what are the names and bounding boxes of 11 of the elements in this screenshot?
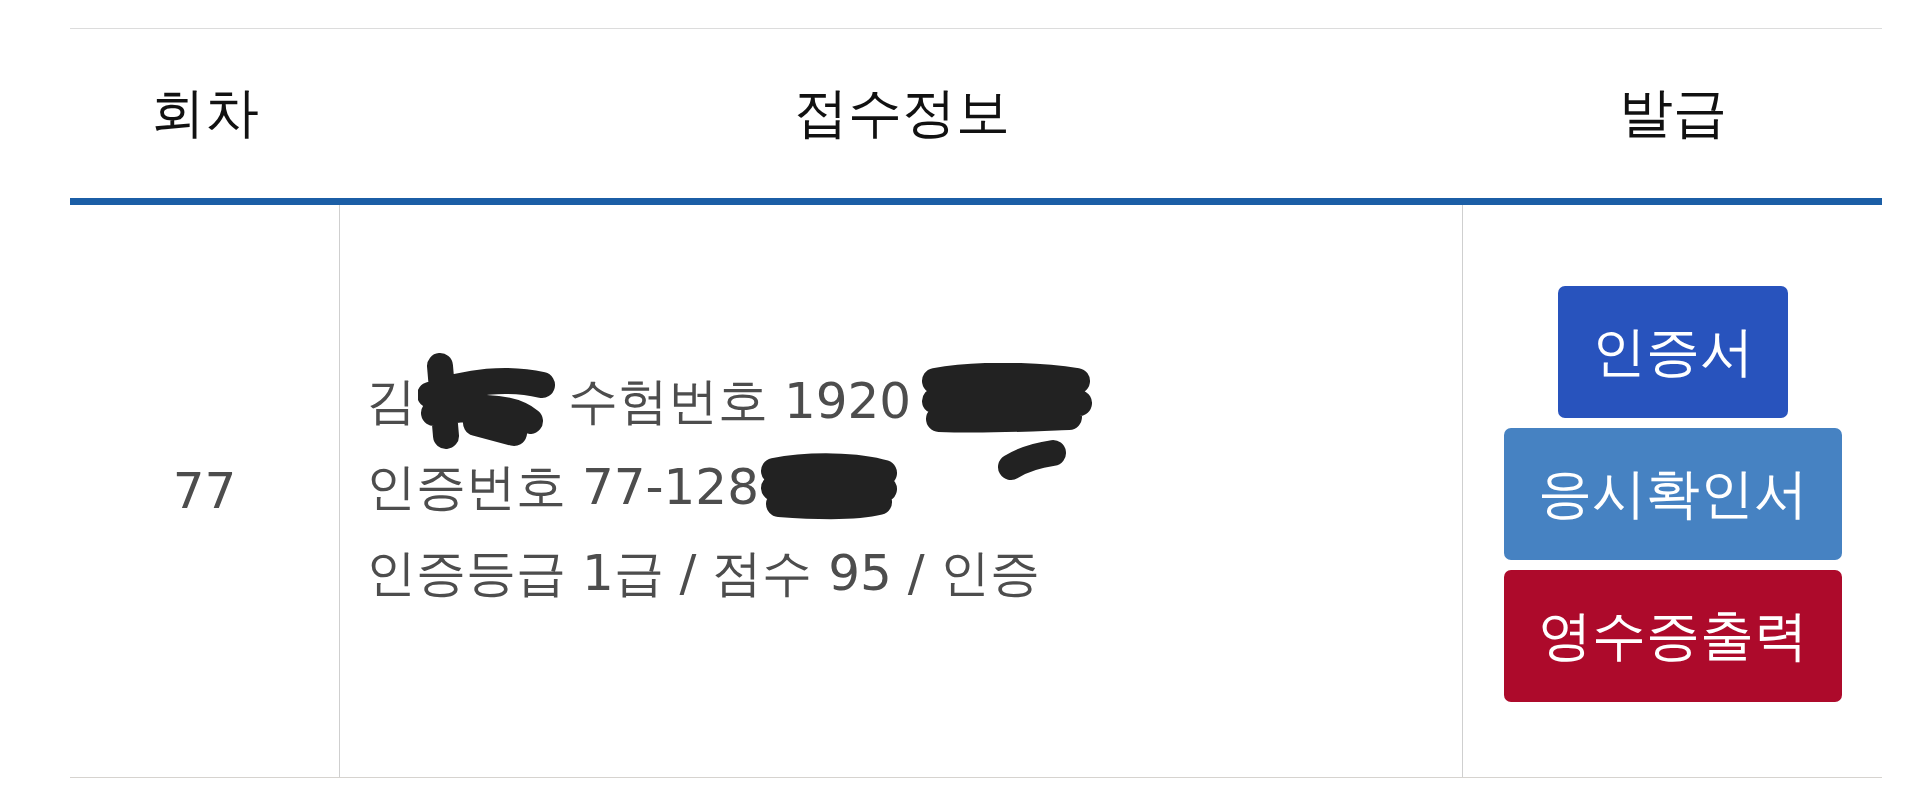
issue-button[interactable]: 영수증출력 (1503, 570, 1842, 702)
info-text: 김 (366, 370, 416, 432)
info-text: 인증등급 1급 / 점수 95 / 인증 (366, 542, 1041, 604)
issue-button[interactable]: 인증서 (1557, 286, 1788, 418)
info-text: 인증번호 77-128 (366, 456, 759, 518)
round-number: 77 (172, 462, 237, 520)
column-header: 발급 (1618, 80, 1727, 146)
column-header: 접수정보 (793, 80, 1010, 146)
issue-button[interactable]: 응시확인서 (1503, 428, 1842, 560)
info-text: 수험번호 1920 (568, 370, 912, 432)
column-header: 회차 (151, 80, 259, 146)
